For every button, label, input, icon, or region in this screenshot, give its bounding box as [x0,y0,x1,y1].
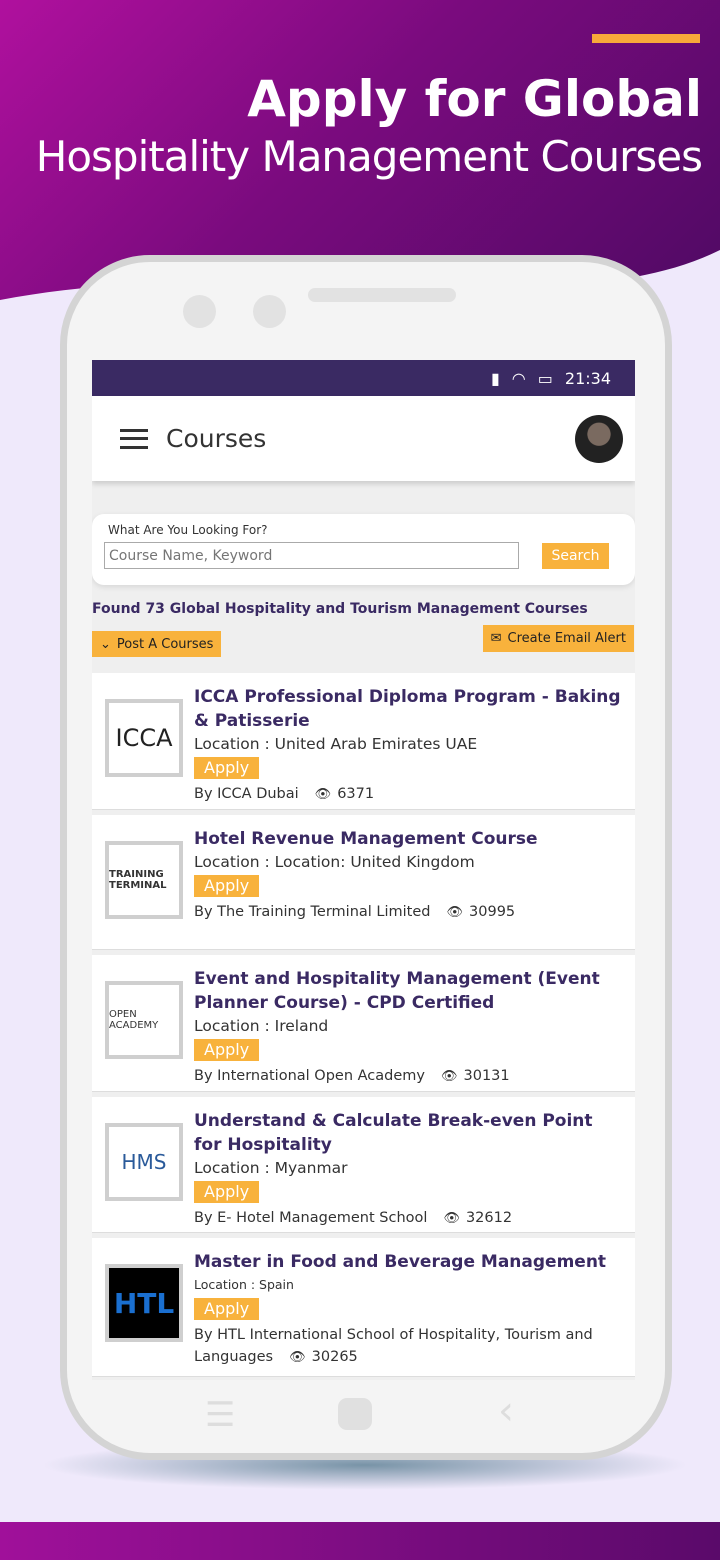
course-info: Master in Food and Beverage Management L… [194,1250,625,1369]
course-location: Location : United Arab Emirates UAE [194,735,478,753]
course-card[interactable]: HTL Master in Food and Beverage Manageme… [92,1238,635,1377]
course-location: Location : Ireland [194,1017,329,1035]
course-info: Hotel Revenue Management Course Location… [194,827,625,924]
course-provider: By The Training Terminal Limited [194,904,431,920]
eye-icon: 👁 [440,1069,458,1084]
course-provider: By International Open Academy [194,1068,425,1084]
hamburger-menu-icon[interactable] [120,428,148,449]
course-card[interactable]: HMS Understand & Calculate Break-even Po… [92,1097,635,1233]
view-count: 6371 [337,786,375,802]
course-info: Event and Hospitality Management (Event … [194,967,625,1088]
app-bar: Courses [92,396,635,481]
provider-logo: TRAINING TERMINAL [105,841,183,919]
provider-logo: HMS [105,1123,183,1201]
menu-nav-icon[interactable]: ☰ [205,1395,235,1435]
course-title[interactable]: Event and Hospitality Management (Event … [194,967,625,1015]
course-title[interactable]: ICCA Professional Diploma Program - Baki… [194,685,625,733]
view-count: 30995 [469,904,516,920]
apply-button[interactable]: Apply [194,757,260,779]
course-provider: By ICCA Dubai [194,786,299,802]
create-email-alert-button[interactable]: ✉ Create Email Alert [482,625,634,652]
accent-bar [592,34,700,43]
post-course-label: Post A Courses [116,636,214,652]
course-provider: By HTL International School of Hospitali… [194,1327,593,1365]
status-bar: ▮ ◠ ▭ 21:34 [92,360,635,396]
battery-icon: ▭ [537,368,553,388]
chevron-down-icon: ⌄ [100,636,111,652]
apply-button[interactable]: Apply [194,875,260,897]
course-provider: By E- Hotel Management School [194,1210,428,1226]
search-panel: What Are You Looking For? Search [92,514,635,585]
page-title: Courses [166,424,267,453]
course-location: Location : Location: United Kingdom [194,853,475,871]
course-title[interactable]: Hotel Revenue Management Course [194,827,625,851]
apply-button[interactable]: Apply [194,1181,260,1203]
course-info: ICCA Professional Diploma Program - Baki… [194,685,625,806]
apply-button[interactable]: Apply [194,1039,260,1061]
wifi-icon: ◠ [511,368,526,388]
envelope-icon: ✉ [490,631,502,646]
camera-icon [183,295,216,328]
eye-icon: 👁 [443,1211,460,1226]
home-nav-button[interactable] [338,1398,372,1430]
avatar[interactable] [575,414,623,463]
bottom-strip [0,1522,720,1560]
course-card[interactable]: ICCA ICCA Professional Diploma Program -… [92,673,635,810]
course-title[interactable]: Master in Food and Beverage Management [194,1250,625,1274]
course-card[interactable]: TRAINING TERMINAL Hotel Revenue Manageme… [92,815,635,950]
course-title[interactable]: Understand & Calculate Break-even Point … [194,1109,625,1157]
course-info: Understand & Calculate Break-even Point … [194,1109,625,1230]
app-screen: ▮ ◠ ▭ 21:34 Courses What Are You Looking… [92,360,635,1380]
search-input[interactable] [104,542,519,569]
promo-headline: Apply for Global [247,70,702,128]
eye-icon: 👁 [289,1350,306,1365]
eye-icon: 👁 [446,905,464,920]
email-alert-label: Create Email Alert [507,631,626,646]
search-label: What Are You Looking For? [108,523,268,537]
search-button[interactable]: Search [542,543,609,569]
post-course-button[interactable]: ⌄ Post A Courses [92,631,222,657]
eye-icon: 👁 [314,787,332,802]
course-location: Location : Spain [194,1277,294,1292]
sensor-icon [253,295,286,328]
apply-button[interactable]: Apply [194,1298,260,1320]
view-count: 30265 [311,1349,358,1365]
results-count: Found 73 Global Hospitality and Tourism … [92,601,588,617]
back-nav-icon[interactable]: ‹ [498,1388,514,1434]
speaker-icon [308,288,456,302]
promo-subheadline: Hospitality Management Courses [35,132,703,181]
provider-logo: ICCA [105,699,183,777]
provider-logo: HTL [105,1264,183,1342]
provider-logo: OPEN ACADEMY [105,981,183,1059]
course-card[interactable]: OPEN ACADEMY Event and Hospitality Manag… [92,955,635,1092]
status-time: 21:34 [564,368,611,388]
signal-icon: ▮ [490,368,500,388]
view-count: 30131 [463,1068,510,1084]
course-location: Location : Myanmar [194,1159,348,1177]
view-count: 32612 [465,1210,513,1226]
